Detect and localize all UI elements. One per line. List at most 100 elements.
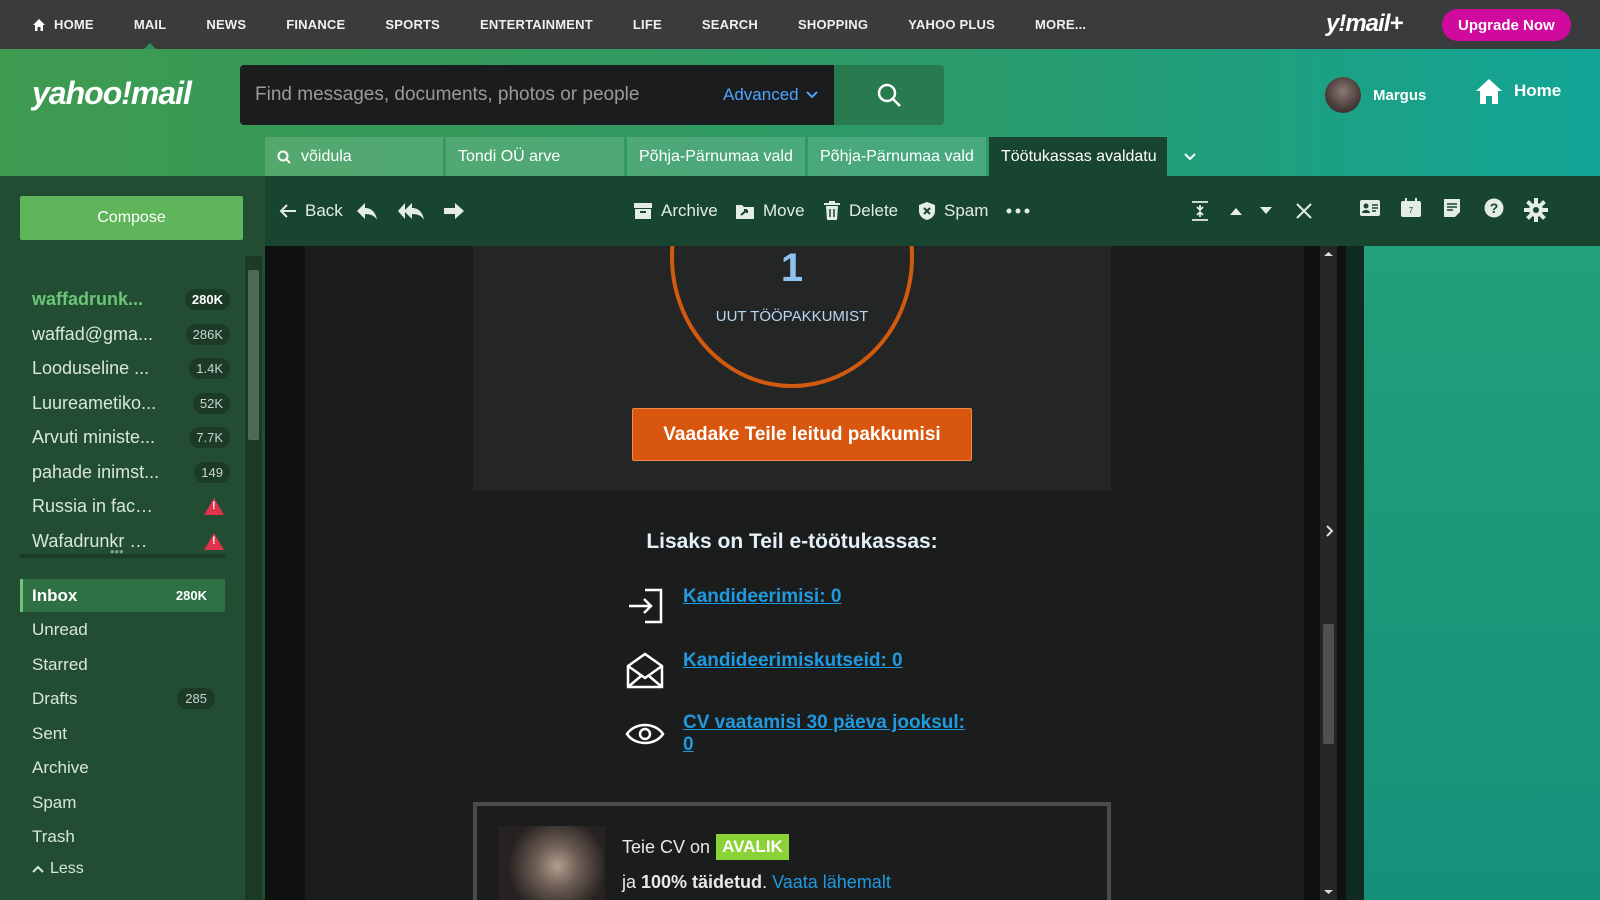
message-tabs: võidula Tondi OÜ arve Põhja-Pärnumaa val…	[265, 137, 1213, 176]
message-scrollbar[interactable]	[1320, 246, 1337, 900]
next-message-button[interactable]	[1259, 176, 1281, 246]
sidebar-scrollbar[interactable]	[245, 256, 262, 900]
scroll-up-arrow-icon[interactable]	[1320, 248, 1337, 260]
archive-button[interactable]: Archive	[633, 176, 718, 246]
move-button[interactable]: Move	[735, 176, 805, 246]
warning-icon	[204, 497, 224, 515]
previous-message-button[interactable]	[1229, 176, 1251, 246]
scrollbar-thumb[interactable]	[1323, 624, 1334, 744]
contacts-icon[interactable]	[1359, 198, 1381, 218]
advanced-label: Advanced	[723, 85, 799, 104]
nav-news[interactable]: NEWS	[186, 0, 266, 49]
spam-button[interactable]: Spam	[918, 176, 988, 246]
account-count: 1.4K	[189, 357, 230, 379]
folder-trash[interactable]: Trash	[20, 820, 225, 853]
view-offers-button[interactable]: Vaadake Teile leitud pakkumisi	[632, 408, 972, 461]
nav-yahoo-plus[interactable]: YAHOO PLUS	[888, 0, 1015, 49]
account-name: Arvuti ministe...	[32, 426, 156, 447]
tabs-overflow-button[interactable]	[1170, 137, 1210, 176]
archive-label: Archive	[661, 201, 718, 220]
sign-in-arrow-icon	[629, 588, 663, 624]
nav-life[interactable]: LIFE	[613, 0, 682, 49]
scrollbar-thumb[interactable]	[248, 270, 259, 440]
forward-button[interactable]	[443, 176, 473, 246]
reply-button[interactable]	[355, 176, 387, 246]
advanced-search-toggle[interactable]: Advanced	[723, 85, 819, 105]
account-name: waffadrunk...	[32, 288, 144, 309]
tab-search-result[interactable]: võidula	[265, 137, 443, 176]
folder-label: Trash	[32, 826, 75, 846]
folder-sent[interactable]: Sent	[20, 717, 225, 750]
folder-inbox[interactable]: Inbox 280K	[20, 579, 225, 612]
mail-plus-logo[interactable]: y!mail+	[1326, 10, 1403, 38]
search-icon	[877, 83, 901, 107]
nav-finance[interactable]: FINANCE	[266, 0, 365, 49]
account-name: Looduseline ...	[32, 357, 150, 378]
cv-completion-value: 100% täidetud	[641, 872, 763, 892]
account-item[interactable]: Russia in faceb...	[32, 489, 242, 523]
expand-right-panel-button[interactable]	[1320, 516, 1337, 546]
folder-starred[interactable]: Starred	[20, 648, 225, 681]
account-item[interactable]: waffad@gma... 286K	[32, 317, 242, 351]
account-item[interactable]: Arvuti ministe... 7.7K	[32, 420, 242, 454]
home-button[interactable]: Home	[1474, 77, 1561, 105]
nav-more[interactable]: MORE...	[1015, 0, 1106, 49]
reply-icon	[357, 203, 377, 220]
account-item[interactable]: Looduseline ... 1.4K	[32, 351, 242, 385]
invitations-link[interactable]: Kandideerimiskutseid: 0	[683, 650, 973, 672]
folder-unread[interactable]: Unread	[20, 613, 225, 646]
expand-collapse-button[interactable]	[1190, 176, 1218, 246]
eye-icon	[625, 723, 665, 745]
yahoo-mail-logo[interactable]: yahoo!mail	[32, 75, 192, 112]
trash-icon	[824, 201, 840, 220]
calendar-icon[interactable]: 7	[1400, 198, 1422, 218]
account-item[interactable]: Luureametiko... 52K	[32, 386, 242, 420]
account-item[interactable]: pahade inimst... 149	[32, 455, 242, 489]
tab-message-active[interactable]: Töötukassas avaldatu	[989, 137, 1167, 176]
gear-icon[interactable]	[1524, 198, 1548, 222]
view-details-link[interactable]: Vaata lähemalt	[772, 872, 891, 892]
search-icon	[277, 150, 291, 164]
delete-label: Delete	[849, 201, 899, 220]
upgrade-now-button[interactable]: Upgrade Now	[1442, 9, 1571, 41]
sidebar: Compose waffadrunk... 280K waffad@gma... 2…	[0, 176, 265, 900]
help-icon[interactable]: ?	[1484, 198, 1504, 218]
notepad-icon[interactable]	[1443, 198, 1461, 218]
nav-home[interactable]: HOME	[0, 0, 114, 49]
close-message-button[interactable]	[1295, 176, 1321, 246]
cv-views-link[interactable]: CV vaatamisi 30 päeva jooksul: 0	[683, 712, 973, 756]
cv-status-line: Teie CV on AVALIK	[622, 834, 789, 860]
stat-invitations: Kandideerimiskutseid: 0	[625, 650, 973, 690]
tab-message[interactable]: Tondi OÜ arve	[446, 137, 624, 176]
delete-button[interactable]: Delete	[823, 176, 898, 246]
folder-drafts[interactable]: Drafts 285	[20, 682, 225, 715]
compose-button[interactable]: Compose	[20, 196, 243, 240]
nav-mail[interactable]: MAIL	[114, 0, 187, 49]
more-actions-button[interactable]	[1006, 176, 1038, 246]
back-button[interactable]: Back	[279, 176, 343, 246]
move-label: Move	[763, 201, 805, 220]
less-toggle[interactable]: Less	[20, 852, 225, 885]
folder-spam[interactable]: Spam	[20, 786, 225, 819]
account-count: 149	[194, 461, 230, 483]
shield-icon	[919, 202, 935, 220]
nav-entertainment[interactable]: ENTERTAINMENT	[460, 0, 613, 49]
folder-archive[interactable]: Archive	[20, 751, 225, 784]
search-input[interactable]	[255, 84, 715, 106]
search-box: Advanced	[240, 65, 834, 125]
account-item[interactable]: Wafadrunkr wa...	[32, 524, 242, 558]
reply-all-button[interactable]	[397, 176, 433, 246]
cv-status-prefix: Teie CV on	[622, 836, 711, 857]
tab-message[interactable]: Põhja-Pärnumaa vald	[627, 137, 805, 176]
caret-up-icon	[1230, 208, 1242, 215]
tab-message[interactable]: Põhja-Pärnumaa vald	[808, 137, 986, 176]
nav-search[interactable]: SEARCH	[682, 0, 778, 49]
more-dots-icon	[1006, 208, 1030, 214]
search-button[interactable]	[834, 65, 944, 125]
account-item[interactable]: waffadrunk... 280K	[32, 282, 242, 316]
applications-link[interactable]: Kandideerimisi: 0	[683, 586, 973, 608]
nav-shopping[interactable]: SHOPPING	[778, 0, 888, 49]
user-profile[interactable]: Margus	[1325, 77, 1426, 113]
scroll-down-arrow-icon[interactable]	[1320, 886, 1337, 898]
nav-sports[interactable]: SPORTS	[365, 0, 460, 49]
